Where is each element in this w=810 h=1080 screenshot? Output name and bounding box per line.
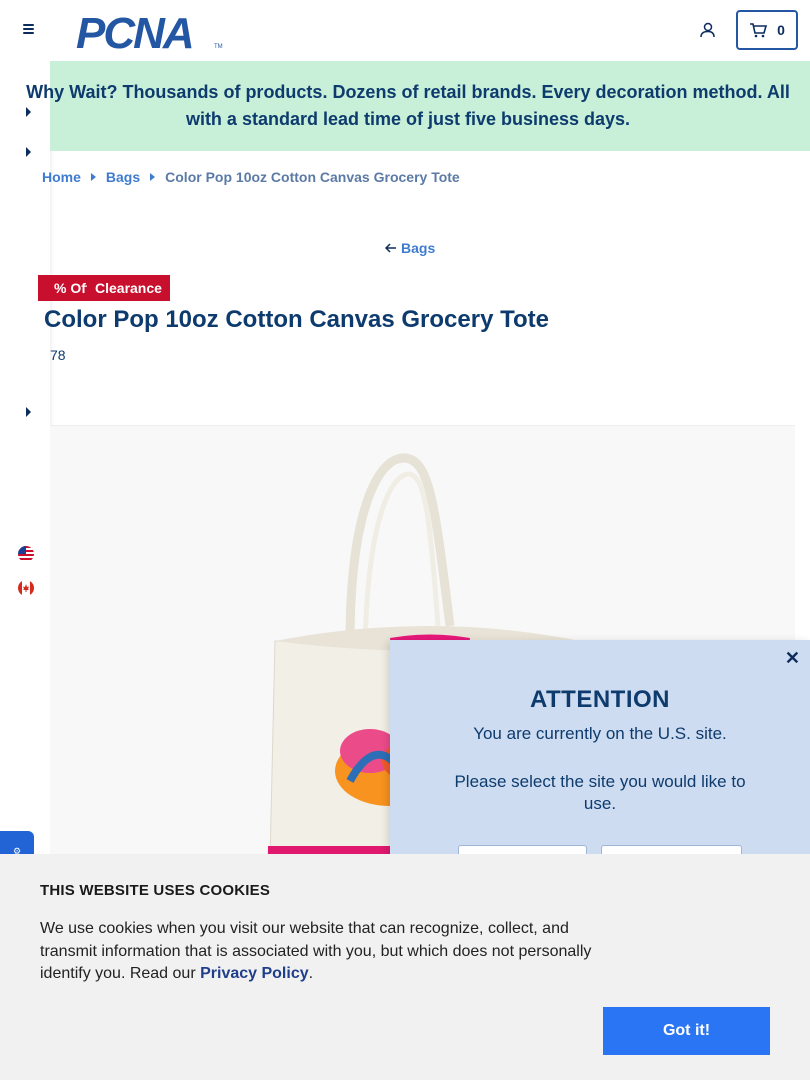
- us-flag-icon[interactable]: [18, 546, 34, 562]
- cart-button[interactable]: 0: [736, 10, 798, 50]
- attention-title: ATTENTION: [529, 686, 671, 713]
- product-title: Color Pop 10oz Cotton Canvas Grocery Tot…: [44, 306, 549, 333]
- user-icon[interactable]: [697, 20, 717, 40]
- got-it-button[interactable]: Got it!: [603, 1007, 770, 1055]
- chevron-right-icon: [150, 173, 156, 181]
- cookie-banner: THIS WEBSITE USES COOKIES We use cookies…: [0, 854, 810, 1080]
- cookie-body: We use cookies when you visit our websit…: [40, 920, 592, 982]
- site-attention-modal: ✕ ATTENTION You are currently on the U.S…: [390, 640, 810, 880]
- site-header: PCNA TM 0: [0, 0, 810, 61]
- attention-select-prompt: Please select the site you would like to…: [454, 772, 746, 813]
- breadcrumb-bags[interactable]: Bags: [106, 169, 140, 185]
- cart-icon: [750, 23, 768, 38]
- cookie-period: .: [308, 965, 314, 982]
- rail-expand-caret-icon[interactable]: [26, 407, 31, 417]
- privacy-policy-link[interactable]: Privacy Policy: [200, 965, 309, 982]
- arrow-left-icon: [385, 243, 396, 253]
- cookie-text: We use cookies when you visit our websit…: [40, 918, 610, 986]
- rail-expand-caret-icon[interactable]: [26, 147, 31, 157]
- pcna-logo[interactable]: PCNA TM: [74, 8, 224, 58]
- logo-text: PCNA: [76, 9, 193, 52]
- close-icon[interactable]: ✕: [785, 648, 800, 669]
- promo-banner: Why Wait? Thousands of products. Dozens …: [26, 61, 810, 151]
- breadcrumb-current: Color Pop 10oz Cotton Canvas Grocery Tot…: [165, 169, 460, 185]
- breadcrumb-home[interactable]: Home: [42, 169, 81, 185]
- svg-text:TM: TM: [214, 44, 223, 50]
- back-to-category-link[interactable]: Bags: [385, 240, 435, 256]
- back-link-label: Bags: [401, 240, 436, 256]
- clearance-badge: Clearance: [87, 275, 170, 301]
- promo-text: Why Wait? Thousands of products. Dozens …: [26, 82, 790, 129]
- menu-icon[interactable]: [18, 20, 38, 40]
- chevron-right-icon: [90, 173, 96, 181]
- attention-current-site: You are currently on the U.S. site.: [473, 724, 727, 743]
- cart-count: 0: [777, 22, 785, 38]
- cookie-title: THIS WEBSITE USES COOKIES: [40, 882, 271, 899]
- page: ⚙ PCNA TM 0 Why Wait? Thousands of produ…: [0, 0, 810, 1080]
- breadcrumb: Home Bags Color Pop 10oz Cotton Canvas G…: [42, 168, 460, 186]
- product-sku: 78: [50, 347, 66, 363]
- canada-flag-icon[interactable]: [18, 580, 34, 596]
